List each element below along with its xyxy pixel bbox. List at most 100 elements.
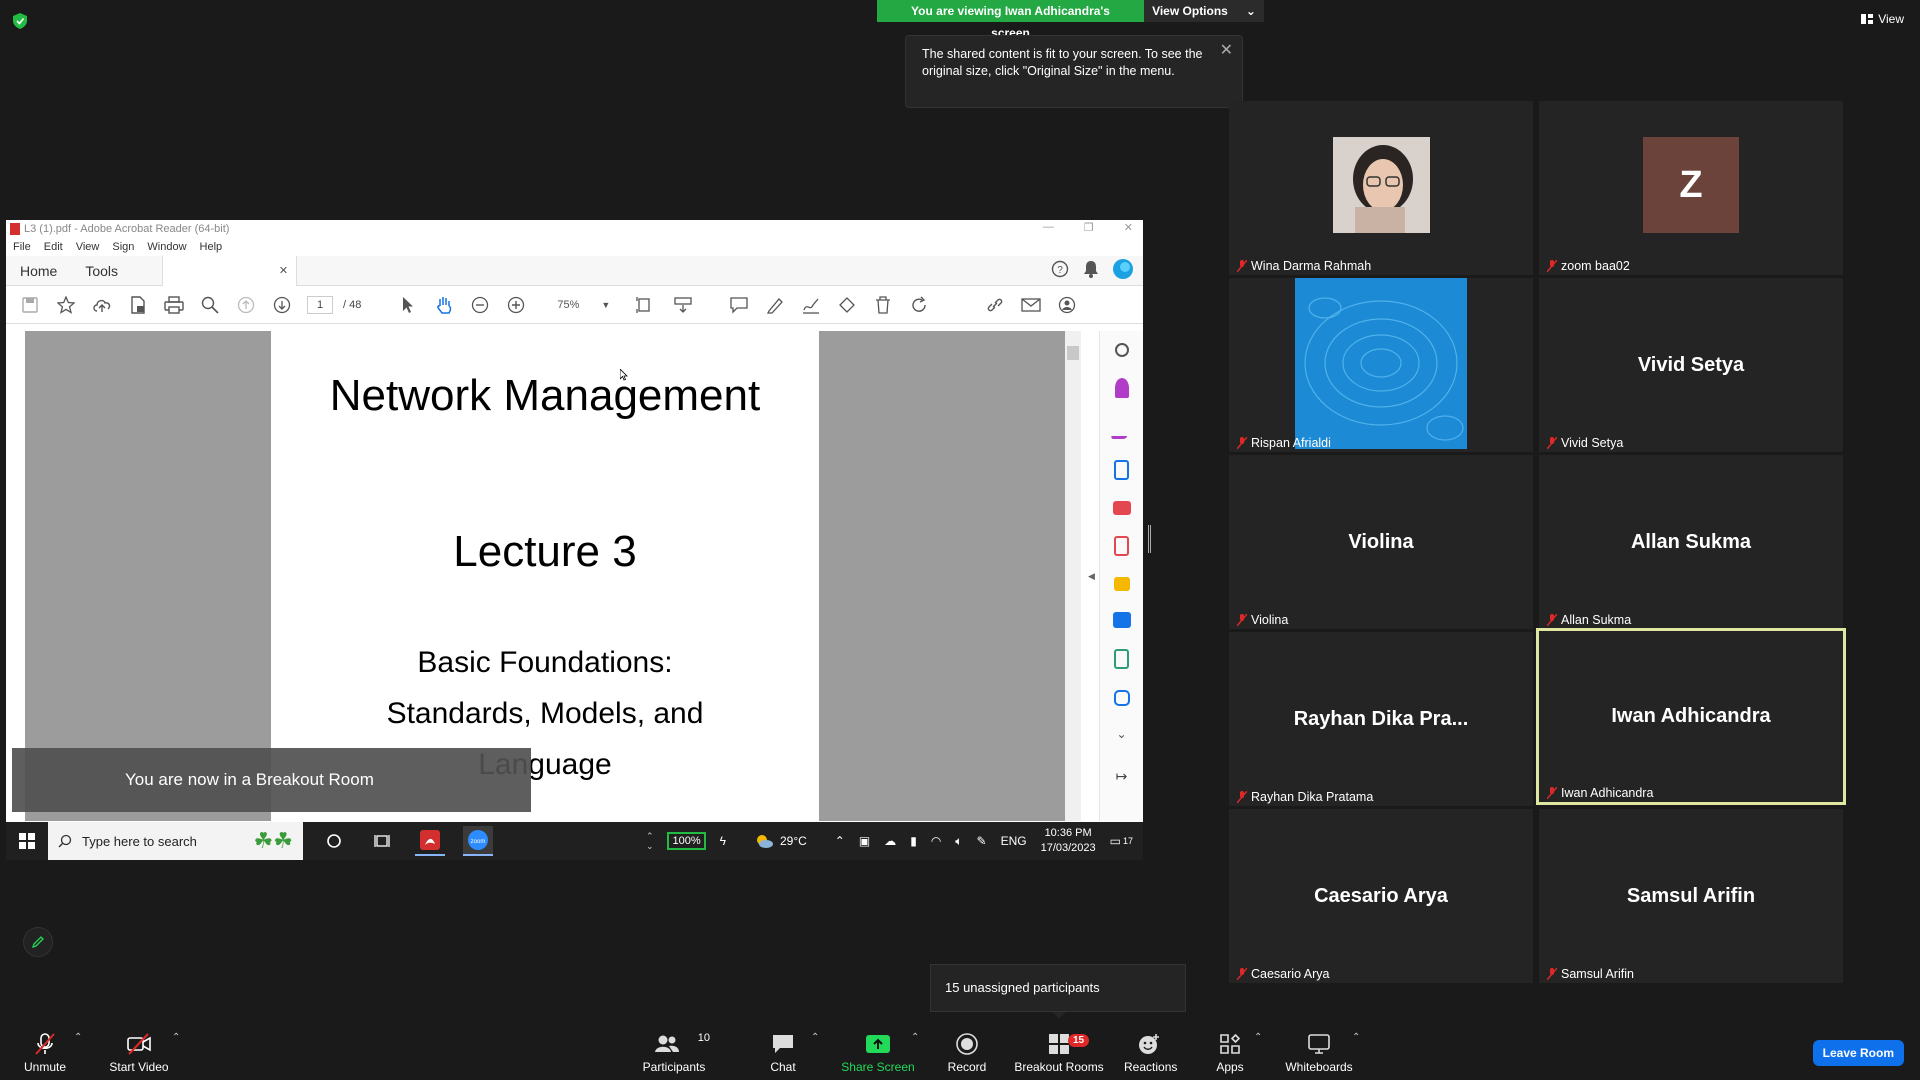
collapse-rail-icon[interactable]: ↦	[1112, 768, 1132, 788]
zoom-select[interactable]: 75% ▼	[557, 299, 610, 311]
zoom-in-icon[interactable]	[505, 294, 527, 316]
participant-tile[interactable]: Allan Sukma Allan Sukma	[1539, 455, 1843, 629]
zoom-search-icon[interactable]	[199, 294, 221, 316]
hand-tool-icon[interactable]	[433, 294, 455, 316]
start-video-button[interactable]: Start Video	[104, 1032, 174, 1074]
create-pdf-icon[interactable]	[1114, 536, 1129, 556]
select-cursor-icon[interactable]	[397, 294, 419, 316]
upload-cloud-icon[interactable]	[91, 294, 113, 316]
tray-app-icon[interactable]: ▣	[859, 834, 870, 848]
zoom-taskbar-icon[interactable]: zoom	[463, 826, 493, 856]
save-icon[interactable]	[19, 294, 41, 316]
share-screen-button[interactable]: Share Screen	[838, 1032, 918, 1074]
battery-indicator[interactable]: 100%	[667, 832, 706, 850]
combine-files-icon[interactable]	[1112, 612, 1131, 628]
close-tab-icon[interactable]: ✕	[279, 264, 288, 277]
document-scrollbar[interactable]	[1065, 331, 1081, 821]
clock[interactable]: 10:36 PM 17/03/2023	[1041, 826, 1096, 856]
print-icon[interactable]	[163, 294, 185, 316]
protect-icon[interactable]	[1113, 690, 1130, 706]
tab-tools[interactable]: Tools	[71, 256, 132, 286]
weather-widget[interactable]: 29°C	[754, 833, 807, 849]
show-hidden-icons-icon[interactable]: ⌃	[835, 834, 845, 848]
cortana-icon[interactable]	[319, 826, 349, 856]
view-options-button[interactable]: View Options ⌄	[1144, 0, 1264, 22]
tab-home[interactable]: Home	[6, 256, 71, 286]
profile-icon[interactable]	[1113, 259, 1133, 279]
whiteboards-button[interactable]: Whiteboards	[1282, 1032, 1356, 1074]
tab-file[interactable]: L3 (1).pdf ✕	[162, 255, 298, 286]
comment-tool-icon[interactable]	[1113, 577, 1130, 591]
video-options-caret[interactable]: ⌃	[172, 1032, 180, 1043]
share-user-icon[interactable]	[1056, 294, 1078, 316]
menu-view[interactable]: View	[76, 241, 100, 253]
windows-start-button[interactable]	[6, 833, 48, 849]
next-page-icon[interactable]	[271, 294, 293, 316]
link-icon[interactable]	[984, 294, 1006, 316]
unassigned-participants-popup[interactable]: 15 unassigned participants	[930, 964, 1186, 1012]
acrobat-taskbar-icon[interactable]	[415, 826, 445, 856]
menu-edit[interactable]: Edit	[44, 241, 63, 253]
export-pdf-icon[interactable]	[1114, 460, 1129, 480]
participant-tile[interactable]: Caesario Arya Caesario Arya	[1229, 809, 1533, 983]
help-icon[interactable]: ?	[1051, 260, 1069, 278]
share-options-caret[interactable]: ⌃	[911, 1032, 919, 1043]
participant-tile[interactable]: Vivid Setya Vivid Setya	[1539, 278, 1843, 452]
restore-icon[interactable]: ❐	[1084, 221, 1094, 234]
trash-icon[interactable]	[872, 294, 894, 316]
unmute-button[interactable]: Unmute	[20, 1032, 70, 1074]
minimize-icon[interactable]: —	[1043, 221, 1054, 234]
bell-icon[interactable]	[1083, 260, 1099, 278]
zoom-out-icon[interactable]	[469, 294, 491, 316]
participant-tile[interactable]: Z zoom baa02	[1539, 101, 1843, 275]
zoom-tool-icon[interactable]	[1114, 343, 1129, 357]
prev-page-icon[interactable]	[235, 294, 257, 316]
onedrive-icon[interactable]: ☁	[884, 834, 896, 848]
more-tools-icon[interactable]: ⌄	[1112, 727, 1132, 747]
compress-pdf-icon[interactable]	[1114, 649, 1129, 669]
page-fit-icon[interactable]	[636, 294, 658, 316]
apps-button[interactable]: Apps	[1212, 1032, 1248, 1074]
chat-button[interactable]: Chat	[763, 1032, 803, 1074]
whiteboards-options-caret[interactable]: ⌃	[1352, 1032, 1360, 1043]
menu-file[interactable]: File	[13, 241, 31, 253]
close-icon[interactable]: ✕	[1220, 42, 1233, 59]
notification-center[interactable]: ▭ 17	[1110, 834, 1133, 848]
chat-options-caret[interactable]: ⌃	[811, 1032, 819, 1043]
email-icon[interactable]	[1020, 294, 1042, 316]
wifi-icon[interactable]: ◠	[931, 834, 941, 848]
stamp-icon[interactable]	[836, 294, 858, 316]
collapse-panel-icon[interactable]: ◀	[1088, 571, 1095, 582]
tray-scroll[interactable]: ⌃ ⌄	[646, 831, 654, 851]
reactions-button[interactable]: Reactions	[1124, 1032, 1177, 1074]
highlight-pen-icon[interactable]	[764, 294, 786, 316]
participant-tile[interactable]: Violina Violina	[1229, 455, 1533, 629]
star-icon[interactable]	[55, 294, 77, 316]
close-window-icon[interactable]: ✕	[1124, 221, 1133, 234]
menu-window[interactable]: Window	[147, 241, 186, 253]
leave-room-button[interactable]: Leave Room	[1812, 1040, 1904, 1066]
participant-tile[interactable]: Samsul Arifin Samsul Arifin	[1539, 809, 1843, 983]
sign-icon[interactable]	[800, 294, 822, 316]
file-lock-icon[interactable]	[127, 294, 149, 316]
usb-icon[interactable]: ▮	[910, 834, 917, 848]
audio-options-caret[interactable]: ⌃	[74, 1032, 82, 1043]
scroll-mode-icon[interactable]	[672, 294, 694, 316]
menu-sign[interactable]: Sign	[112, 241, 134, 253]
annotate-button[interactable]	[23, 927, 53, 957]
fill-sign-icon[interactable]	[1114, 378, 1129, 398]
participants-button[interactable]: 10 Participants	[638, 1032, 710, 1074]
record-button[interactable]: Record	[944, 1032, 990, 1074]
participant-tile[interactable]: Rispan Afrialdi	[1229, 278, 1533, 452]
comment-icon[interactable]	[728, 294, 750, 316]
volume-icon[interactable]: 🔈︎	[955, 834, 962, 849]
page-input[interactable]: 1	[307, 295, 333, 314]
taskbar-search[interactable]: Type here to search ☘☘	[48, 822, 303, 860]
resize-handle[interactable]	[1148, 525, 1151, 553]
view-button[interactable]: View	[1861, 12, 1904, 26]
breakout-rooms-button[interactable]: Breakout Rooms	[1012, 1032, 1106, 1074]
participant-tile[interactable]: Wina Darma Rahmah	[1229, 101, 1533, 275]
security-shield-icon[interactable]	[13, 13, 27, 29]
organize-pages-icon[interactable]	[1112, 501, 1131, 515]
apps-options-caret[interactable]: ⌃	[1254, 1032, 1262, 1043]
